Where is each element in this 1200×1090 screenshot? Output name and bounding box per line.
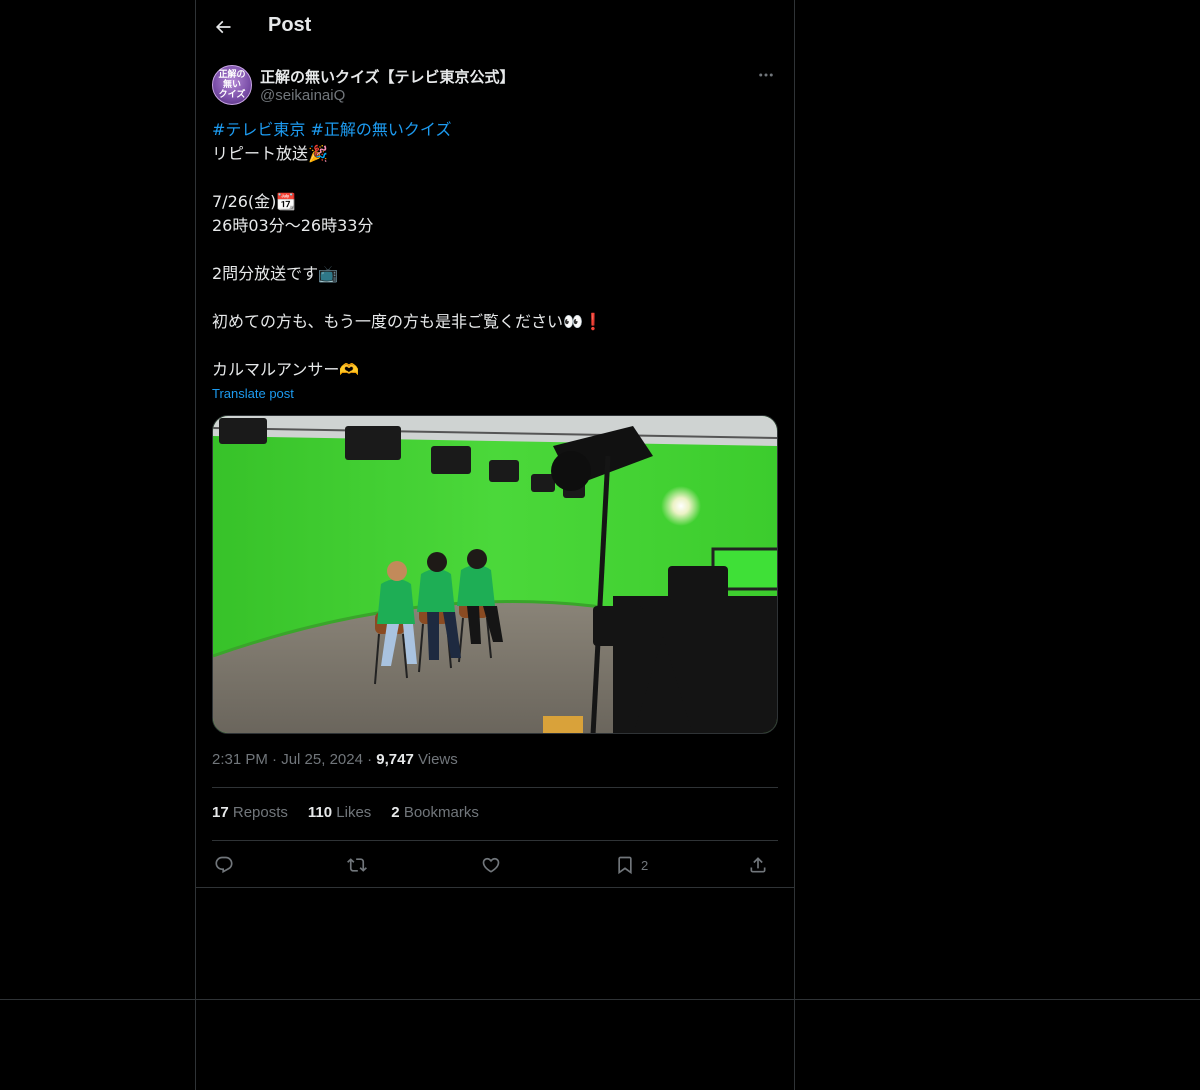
post-line: カルマルアンサー🫶 (212, 360, 360, 379)
reply-icon (215, 856, 233, 874)
post-line: リピート放送🎉 (212, 144, 328, 163)
like-button[interactable] (481, 852, 501, 878)
repost-button[interactable] (347, 852, 367, 878)
reposts-stat[interactable]: 17 Reposts (212, 804, 288, 821)
bookmarks-count: 2 (391, 804, 400, 821)
divider (212, 787, 778, 788)
post-line: 7/26(金)📆 (212, 192, 297, 211)
avatar-text: 正解の (218, 70, 246, 80)
share-icon (750, 857, 766, 873)
bookmark-count: 2 (641, 857, 649, 873)
action-bar: 2 (212, 852, 778, 878)
post-time[interactable]: 2:31 PM (212, 751, 268, 768)
reposts-label: Reposts (232, 804, 288, 821)
post-image[interactable] (212, 415, 778, 734)
reply-button[interactable] (214, 852, 234, 878)
meta-separator: · (367, 751, 373, 768)
post-text: #テレビ東京 #正解の無いクイズ リピート放送🎉 7/26(金)📆 26時03分… (212, 118, 778, 382)
share-button[interactable] (748, 852, 768, 878)
meta-separator: · (272, 751, 278, 768)
primary-column: Post 正解の 無い クイズ 正解の無いクイズ【テレビ東京公式】 @seika… (195, 0, 795, 1090)
post-line: 初めての方も、もう一度の方も是非ご覧ください👀❗ (212, 312, 603, 331)
post-line: 26時03分〜26時33分 (212, 216, 374, 235)
avatar[interactable]: 正解の 無い クイズ (212, 65, 252, 105)
post-stats: 17 Reposts 110 Likes 2 Bookmarks (212, 804, 479, 821)
like-icon (482, 857, 500, 873)
post-author: 正解の 無い クイズ 正解の無いクイズ【テレビ東京公式】 @seikainaiQ (212, 64, 778, 108)
reposts-count: 17 (212, 804, 229, 821)
avatar-text: クイズ (218, 90, 246, 100)
post-line: 2問分放送です📺 (212, 264, 339, 283)
post-meta: 2:31 PM · Jul 25, 2024 · 9,747 Views (212, 751, 458, 768)
translate-post-link[interactable]: Translate post (212, 386, 294, 401)
views-label: Views (418, 751, 458, 768)
post-header: Post (196, 0, 794, 54)
author-handle[interactable]: @seikainaiQ (260, 87, 345, 104)
divider (212, 840, 778, 841)
post-date[interactable]: Jul 25, 2024 (281, 751, 363, 768)
bookmarks-stat[interactable]: 2 Bookmarks (391, 804, 479, 821)
divider (0, 999, 1200, 1000)
likes-stat[interactable]: 110 Likes (308, 804, 371, 821)
more-button[interactable] (754, 64, 778, 86)
avatar-text: 無い (222, 80, 241, 90)
page-title: Post (268, 14, 312, 36)
likes-count: 110 (307, 804, 333, 821)
hashtag-link[interactable]: #正解の無いクイズ (311, 120, 452, 139)
bookmark-button[interactable]: 2 (615, 852, 648, 878)
bookmarks-label: Bookmarks (403, 804, 479, 821)
hashtag-link[interactable]: #テレビ東京 (212, 120, 305, 139)
more-icon (759, 73, 773, 77)
author-display-name[interactable]: 正解の無いクイズ【テレビ東京公式】 (260, 66, 515, 87)
bookmark-icon (618, 856, 632, 875)
views-count: 9,747 (376, 751, 414, 768)
likes-label: Likes (336, 804, 372, 821)
repost-icon (347, 858, 367, 872)
divider (196, 887, 794, 888)
back-arrow-icon (215, 20, 231, 34)
back-button[interactable] (210, 14, 236, 40)
